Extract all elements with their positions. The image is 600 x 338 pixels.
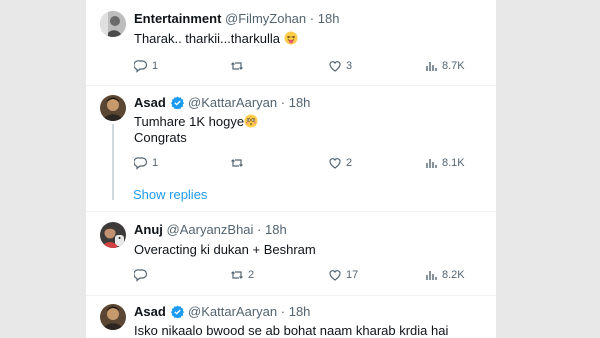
- repost-button[interactable]: [230, 155, 248, 171]
- left-frame: [0, 0, 86, 338]
- reply-count: 1: [152, 157, 159, 169]
- like-count: 2: [346, 157, 353, 169]
- like-button[interactable]: 2: [328, 155, 352, 171]
- repost-button[interactable]: [230, 58, 248, 74]
- separator-dot: ·: [257, 222, 262, 237]
- like-button[interactable]: 3: [328, 58, 352, 74]
- heart-icon: [329, 61, 341, 72]
- avatar[interactable]: [100, 95, 126, 121]
- verified-badge-icon: [171, 96, 185, 109]
- heart-icon: [329, 270, 341, 281]
- like-button[interactable]: 17: [328, 267, 358, 283]
- display-name[interactable]: Entertainment: [134, 11, 221, 26]
- view-count: 8.1K: [442, 157, 465, 169]
- user-handle[interactable]: @AaryanzBhai: [167, 222, 254, 237]
- reply-feed: Entertainment @FilmyZohan · 18h Tharak..…: [86, 0, 496, 338]
- view-count: 8.2K: [442, 269, 465, 281]
- right-frame: [496, 0, 600, 338]
- post-text: Tumhare 1K hogye: [134, 113, 258, 130]
- post-header: Asad @KattarAaryan · 18h: [134, 95, 310, 111]
- post-text: Overacting ki dukan + Beshram: [134, 242, 316, 257]
- avatar[interactable]: [100, 304, 126, 330]
- post-anuj[interactable]: Anuj @AaryanzBhai · 18h Overacting ki du…: [86, 212, 496, 296]
- display-name[interactable]: Asad: [134, 304, 166, 319]
- reply-count: 1: [152, 60, 159, 72]
- user-handle[interactable]: @KattarAaryan: [188, 304, 277, 319]
- post-header: Entertainment @FilmyZohan · 18h: [134, 11, 339, 27]
- timestamp[interactable]: 18h: [289, 95, 311, 110]
- heart-icon: [329, 158, 341, 169]
- post-asad-congrats[interactable]: Asad @KattarAaryan · 18h Tumhare 1K hogy…: [86, 86, 496, 212]
- tongue-wink-emoji-icon: [284, 31, 298, 45]
- post-header: Anuj @AaryanzBhai · 18h: [134, 222, 287, 238]
- reply-icon: [134, 269, 148, 282]
- repost-count: 2: [248, 269, 255, 281]
- views-button[interactable]: 8.2K: [424, 267, 465, 283]
- post-header: Asad @KattarAaryan · 18h: [134, 304, 310, 320]
- views-chart-icon: [426, 62, 437, 71]
- reply-icon: [134, 60, 148, 73]
- repost-button[interactable]: 2: [230, 267, 254, 283]
- like-count: 3: [346, 60, 353, 72]
- reply-button[interactable]: 1: [134, 155, 158, 171]
- post-actions: 2 17 8.2K: [134, 267, 474, 283]
- post-asad-nikaalo[interactable]: Asad @KattarAaryan · 18h Isko nikaalo bw…: [86, 296, 496, 338]
- verified-badge-icon: [171, 305, 185, 318]
- avatar[interactable]: [100, 222, 126, 248]
- repost-icon: [231, 271, 243, 279]
- flushed-face-emoji-icon: [244, 114, 258, 128]
- view-count: 8.7K: [442, 60, 465, 72]
- like-count: 17: [346, 269, 359, 281]
- separator-dot: ·: [280, 304, 286, 319]
- thread-line: [112, 124, 114, 200]
- display-name[interactable]: Asad: [134, 95, 166, 110]
- reply-button[interactable]: [134, 267, 152, 283]
- display-name[interactable]: Anuj: [134, 222, 163, 237]
- reply-icon: [134, 157, 148, 170]
- show-replies-link[interactable]: Show replies: [133, 187, 207, 202]
- user-handle[interactable]: @FilmyZohan: [225, 11, 306, 26]
- views-button[interactable]: 8.1K: [424, 155, 465, 171]
- post-actions: 1 2 8.1K: [134, 155, 474, 171]
- post-entertainment[interactable]: Entertainment @FilmyZohan · 18h Tharak..…: [86, 0, 496, 86]
- separator-dot: ·: [280, 95, 286, 110]
- views-chart-icon: [426, 159, 437, 168]
- timestamp[interactable]: 18h: [289, 304, 311, 319]
- views-chart-icon: [426, 271, 437, 280]
- reply-button[interactable]: 1: [134, 58, 158, 74]
- avatar[interactable]: [100, 11, 126, 37]
- timestamp[interactable]: 18h: [318, 11, 340, 26]
- post-text: Tharak.. tharkii...tharkulla: [134, 30, 298, 47]
- post-actions: 1 3 8.7K: [134, 58, 474, 74]
- timestamp[interactable]: 18h: [265, 222, 287, 237]
- views-button[interactable]: 8.7K: [424, 58, 465, 74]
- post-text-content: Tumhare 1K hogye: [134, 114, 245, 129]
- post-text-content: Tharak.. tharkii...tharkulla: [134, 31, 280, 46]
- post-text-line-2: Congrats: [134, 130, 187, 145]
- repost-icon: [231, 62, 243, 70]
- post-text: Isko nikaalo bwood se ab bohat naam khar…: [134, 323, 449, 338]
- user-handle[interactable]: @KattarAaryan: [188, 95, 277, 110]
- separator-dot: ·: [309, 11, 315, 26]
- repost-icon: [231, 159, 243, 167]
